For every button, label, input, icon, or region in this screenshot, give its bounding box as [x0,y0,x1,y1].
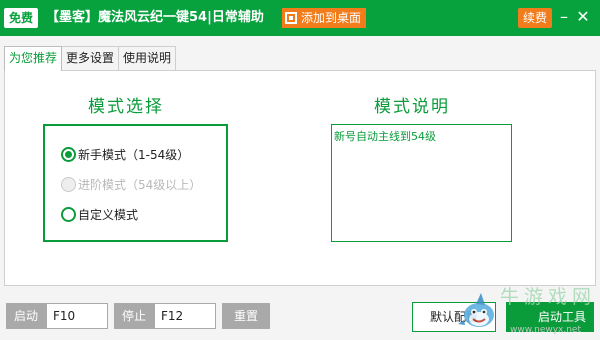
add-to-desktop-label: 添加到桌面 [301,11,362,25]
shark-mascot-icon [458,293,494,327]
mode-description-text: 新号自动主线到54级 [334,130,436,143]
tab-more-settings[interactable]: 更多设置 [61,46,120,70]
mode-option-novice[interactable]: 新手模式（1-54级） [61,144,189,164]
watermark-url: www.newyx.net [510,325,582,335]
watermark-text: 牛游戏网 [500,286,597,308]
mode-select-heading: 模式选择 [88,97,164,117]
main-panel: 模式选择 模式说明 新手模式（1-54级） 进阶模式（54级以上） 自定义模式 … [4,70,596,286]
stop-hotkey-field[interactable]: F12 [154,303,216,329]
mode-option-label: 自定义模式 [78,207,139,222]
minimize-icon[interactable]: – [556,6,572,28]
app-title: 【墨客】魔法风云纪一键54|日常辅助 [46,10,264,25]
start-button[interactable]: 启动 [6,303,46,329]
free-badge: 免费 [4,8,39,28]
tab-instructions[interactable]: 使用说明 [118,46,177,70]
radio-checked-icon[interactable] [61,146,76,162]
mode-desc-heading: 模式说明 [374,97,450,117]
start-hotkey-field[interactable]: F10 [46,303,108,329]
mode-option-label: 新手模式（1-54级） [78,147,190,162]
mode-select-box: 新手模式（1-54级） 进阶模式（54级以上） 自定义模式 [43,124,228,242]
mode-option-custom[interactable]: 自定义模式 [61,204,138,224]
stop-button[interactable]: 停止 [114,303,154,329]
mode-option-advanced: 进阶模式（54级以上） [61,174,201,194]
reset-button[interactable]: 重置 [222,303,270,329]
desktop-shortcut-icon [285,12,297,24]
tab-bar: 为您推荐 更多设置 使用说明 [4,46,177,71]
radio-unchecked-icon[interactable] [61,206,76,222]
title-bar: 免费 【墨客】魔法风云纪一键54|日常辅助 添加到桌面 续费 – ✕ [0,0,600,36]
add-to-desktop-button[interactable]: 添加到桌面 [282,8,367,28]
mode-description-box: 新号自动主线到54级 [331,124,512,242]
tab-recommend[interactable]: 为您推荐 [4,46,63,71]
radio-disabled-icon [61,176,76,192]
close-icon[interactable]: ✕ [574,6,592,28]
renew-button[interactable]: 续费 [518,8,553,28]
mode-option-label: 进阶模式（54级以上） [78,177,202,192]
